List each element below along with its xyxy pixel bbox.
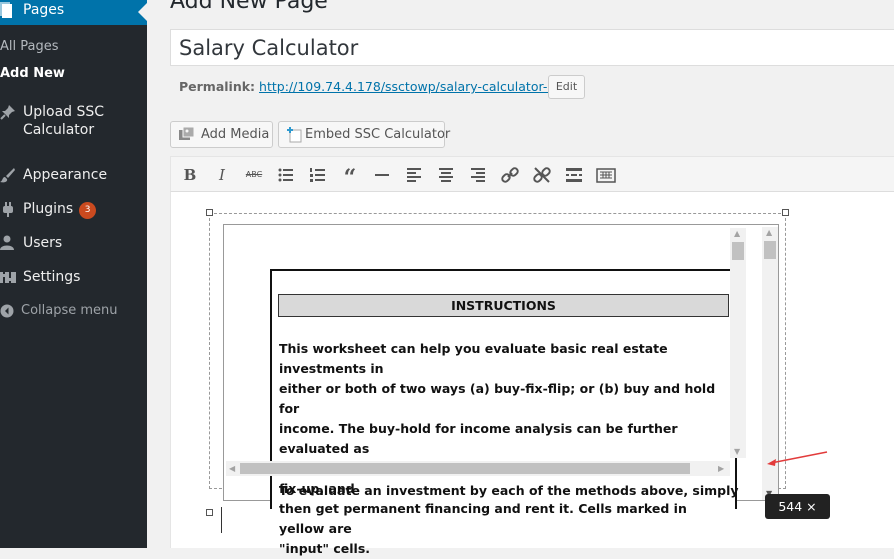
instructions-line: This worksheet can help you evaluate bas… <box>279 341 668 376</box>
sidebar-item-label: Appearance <box>23 167 108 183</box>
embed-ssc-label: Embed SSC Calculator <box>305 127 451 142</box>
insert-link-icon[interactable] <box>500 165 520 185</box>
instructions-line: then get permanent financing and rent it… <box>279 501 687 536</box>
align-left-icon[interactable] <box>404 165 424 185</box>
sidebar-item-label: Settings <box>23 269 81 285</box>
menu-pages-label: Pages <box>23 2 65 18</box>
annotation-arrow-icon <box>767 451 828 466</box>
strikethrough-icon[interactable]: ABC <box>244 165 264 185</box>
scroll-down-icon[interactable]: ▼ <box>734 448 740 456</box>
pin-icon <box>0 104 16 120</box>
sidebar-item-label: Upload SSC <box>23 104 105 120</box>
permalink-edit-button[interactable]: Edit <box>548 75 585 99</box>
bold-icon[interactable]: B <box>180 165 200 185</box>
plugins-update-badge: 3 <box>79 202 97 219</box>
read-more-icon[interactable] <box>564 165 584 185</box>
add-media-button[interactable]: Add Media <box>170 121 273 148</box>
instructions-line: income. The buy-hold for income analysis… <box>279 421 678 456</box>
permalink-base: http://109.74.4.178/ssctowp/ <box>259 79 440 94</box>
inner-horizontal-scrollbar[interactable]: ◀ ▶ <box>226 461 730 476</box>
inner-vscroll-thumb[interactable] <box>732 242 744 260</box>
align-center-icon[interactable] <box>436 165 456 185</box>
permalink-slug: salary-calculator-2/ <box>439 79 560 94</box>
resize-handle-top-left[interactable] <box>206 209 213 216</box>
page-title-input[interactable]: Salary Calculator <box>170 29 894 66</box>
sidebar-item-appearance[interactable]: Appearance <box>0 166 147 186</box>
collapse-icon <box>0 304 14 322</box>
embed-icon <box>286 127 302 143</box>
bulleted-list-icon[interactable] <box>276 165 296 185</box>
submenu-add-new[interactable]: Add New <box>0 65 65 83</box>
settings-icon <box>0 269 16 285</box>
plugin-icon <box>0 201 16 217</box>
resize-handle-bottom-left[interactable] <box>206 509 213 516</box>
text-cursor <box>221 507 222 533</box>
active-arrow <box>138 3 147 21</box>
blockquote-icon[interactable]: “ <box>340 165 360 191</box>
sidebar-item-label: Users <box>23 235 63 251</box>
inner-hscroll-thumb[interactable] <box>240 463 690 474</box>
outer-scroll-up-icon[interactable]: ▲ <box>766 229 772 237</box>
align-right-icon[interactable] <box>468 165 488 185</box>
instructions-paragraph: This worksheet can help you evaluate bas… <box>279 339 724 559</box>
submenu-all-pages[interactable]: All Pages <box>0 38 59 56</box>
remove-link-icon[interactable] <box>532 165 552 185</box>
add-media-label: Add Media <box>201 127 270 142</box>
collapse-menu-label: Collapse menu <box>21 303 118 318</box>
size-tooltip: 544 × 276 <box>765 494 830 539</box>
horizontal-line-icon[interactable] <box>372 165 392 185</box>
scroll-up-icon[interactable]: ▲ <box>734 230 740 238</box>
sidebar-item-label-line2: Calculator <box>23 122 95 138</box>
permalink: Permalink: http://109.74.4.178/ssctowp/s… <box>179 79 560 95</box>
sidebar-item-upload-ssc[interactable]: Upload SSC Calculator <box>0 103 147 143</box>
permalink-label: Permalink: <box>179 79 256 94</box>
inner-vertical-scrollbar[interactable]: ▲ ▼ <box>730 228 746 458</box>
permalink-link[interactable]: http://109.74.4.178/ssctowp/salary-calcu… <box>259 79 559 94</box>
editor-toolbar: B I ABC “ <box>170 156 894 192</box>
outer-vscroll-thumb[interactable] <box>764 241 776 259</box>
instructions-title: INSTRUCTIONS <box>278 294 729 317</box>
sidebar-item-plugins[interactable]: Plugins 3 <box>0 200 147 220</box>
scroll-left-icon[interactable]: ◀ <box>229 465 235 473</box>
sidebar-item-users[interactable]: Users <box>0 234 147 254</box>
instructions-line: either or both of two ways (a) buy-fix-f… <box>279 381 716 416</box>
admin-sidebar: Pages All Pages Add New Upload SSC Calcu… <box>0 0 147 548</box>
numbered-list-icon[interactable] <box>308 165 328 185</box>
page-heading: Add New Page <box>170 0 328 14</box>
menu-pages[interactable]: Pages <box>0 0 147 25</box>
users-icon <box>0 235 16 251</box>
embed-ssc-button[interactable]: Embed SSC Calculator <box>278 121 450 148</box>
paintbrush-icon <box>0 167 16 183</box>
instructions-line: "input" cells. <box>279 541 371 556</box>
instructions-paragraph-2: To evaluate an investment by each of the… <box>279 483 739 498</box>
scroll-right-icon[interactable]: ▶ <box>718 465 724 473</box>
italic-icon[interactable]: I <box>212 165 232 185</box>
media-icon <box>178 126 195 143</box>
sidebar-item-label: Plugins <box>23 201 74 217</box>
sidebar-item-settings[interactable]: Settings <box>0 268 147 288</box>
sidebar-item-plugins-text: Plugins 3 <box>23 200 97 219</box>
toolbar-toggle-icon[interactable] <box>596 165 616 185</box>
pages-icon <box>0 2 14 22</box>
resize-handle-top-right[interactable] <box>782 209 789 216</box>
